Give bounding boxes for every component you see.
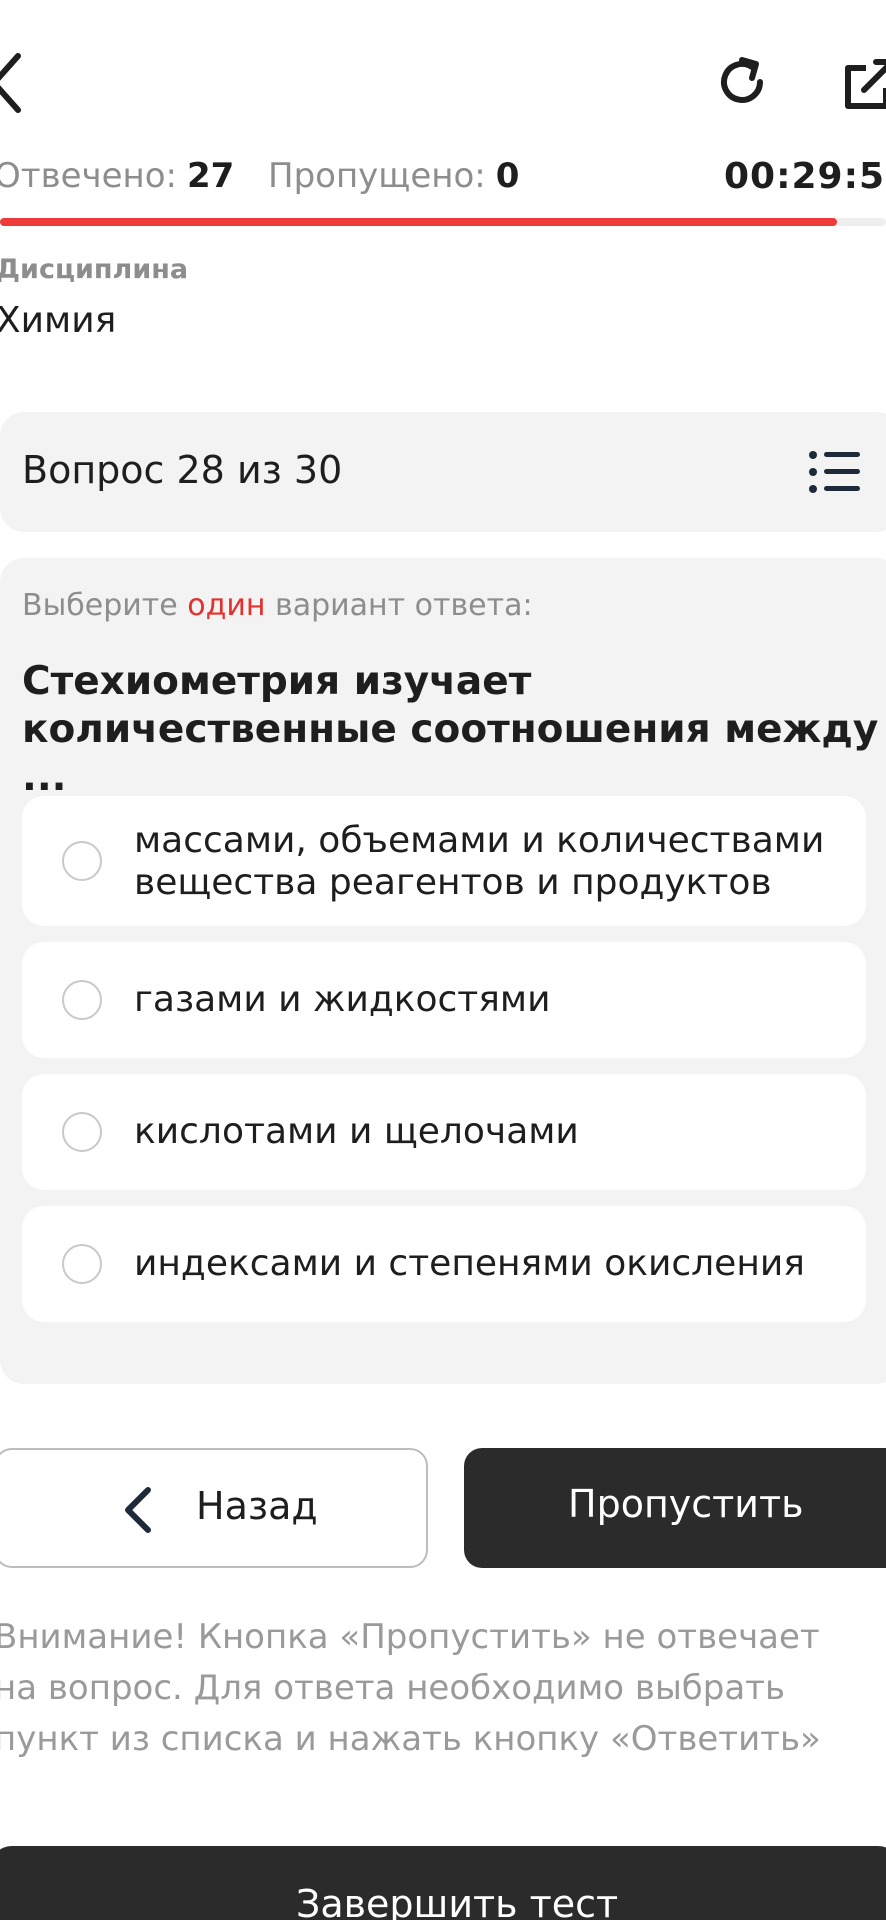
warning-line: пункт из списка и нажать кнопку «Ответит… bbox=[0, 1719, 821, 1759]
refresh-icon[interactable] bbox=[712, 52, 772, 112]
answer-option[interactable]: массами, объемами и количествами веществ… bbox=[22, 796, 866, 926]
timer: 00:29:56 bbox=[724, 156, 886, 197]
back-button-label: Назад bbox=[196, 1484, 318, 1528]
back-button[interactable]: Назад bbox=[0, 1448, 428, 1568]
discipline-value: Химия bbox=[0, 300, 117, 341]
warning-line: на вопрос. Для ответа необходимо выбрать bbox=[0, 1668, 786, 1708]
option-label-line: вещества реагентов и продуктов bbox=[134, 862, 772, 903]
finish-button-label: Завершить тест bbox=[296, 1882, 619, 1920]
test-stats: Отвечено:27 Пропущено:0 00:29:56 bbox=[0, 150, 886, 206]
answer-option[interactable]: кислотами и щелочами bbox=[22, 1074, 866, 1190]
answered-count: 27 bbox=[187, 156, 235, 196]
answered-label: Отвечено: bbox=[0, 156, 178, 196]
skipped-label: Пропущено: bbox=[268, 156, 486, 196]
progress-fill bbox=[0, 218, 838, 226]
chevron-left-icon bbox=[125, 1487, 151, 1533]
radio-icon[interactable] bbox=[62, 1244, 102, 1284]
option-label: индексами и степенями окисления bbox=[134, 1243, 805, 1284]
list-icon[interactable] bbox=[808, 448, 862, 496]
option-label: массами, объемами и количествами веществ… bbox=[134, 820, 824, 904]
top-bar bbox=[0, 0, 886, 160]
option-label: газами и жидкостями bbox=[134, 979, 551, 1020]
instruction-text-start: Выберите bbox=[22, 588, 178, 623]
skip-button[interactable]: Пропустить bbox=[464, 1448, 886, 1568]
instruction-text-end: вариант ответа: bbox=[275, 588, 533, 623]
radio-icon[interactable] bbox=[62, 1112, 102, 1152]
answer-option[interactable]: газами и жидкостями bbox=[22, 942, 866, 1058]
radio-icon[interactable] bbox=[62, 980, 102, 1020]
share-icon[interactable] bbox=[842, 56, 886, 112]
warning-line: Внимание! Кнопка «Пропустить» не отвечае… bbox=[0, 1617, 820, 1657]
answered-stat: Отвечено: 27 bbox=[0, 156, 234, 196]
instruction-accent: один bbox=[187, 588, 266, 623]
finish-test-button[interactable]: Завершить тест bbox=[0, 1846, 886, 1920]
radio-icon[interactable] bbox=[62, 841, 102, 881]
question-text: Стехиометрия изучает количественные соот… bbox=[22, 659, 879, 800]
question-panel: Выберите один вариант ответа: Стехиометр… bbox=[0, 558, 886, 1384]
skip-warning: Внимание! Кнопка «Пропустить» не отвечае… bbox=[0, 1612, 874, 1765]
answer-instruction: Выберите один вариант ответа: bbox=[22, 588, 533, 623]
option-label-line: массами, объемами и количествами bbox=[134, 820, 825, 861]
skip-button-label: Пропустить bbox=[568, 1482, 804, 1526]
chevron-left-icon[interactable] bbox=[0, 48, 26, 118]
answer-option[interactable]: индексами и степенями окисления bbox=[22, 1206, 866, 1322]
skipped-count: 0 bbox=[495, 156, 520, 196]
option-label: кислотами и щелочами bbox=[134, 1111, 579, 1152]
progress-bar bbox=[0, 218, 886, 226]
skipped-stat: Пропущено: 0 bbox=[268, 156, 519, 196]
question-counter: Вопрос 28 из 30 bbox=[22, 448, 343, 492]
question-counter-bar: Вопрос 28 из 30 bbox=[0, 412, 886, 532]
discipline-label: Дисциплина bbox=[0, 254, 189, 285]
